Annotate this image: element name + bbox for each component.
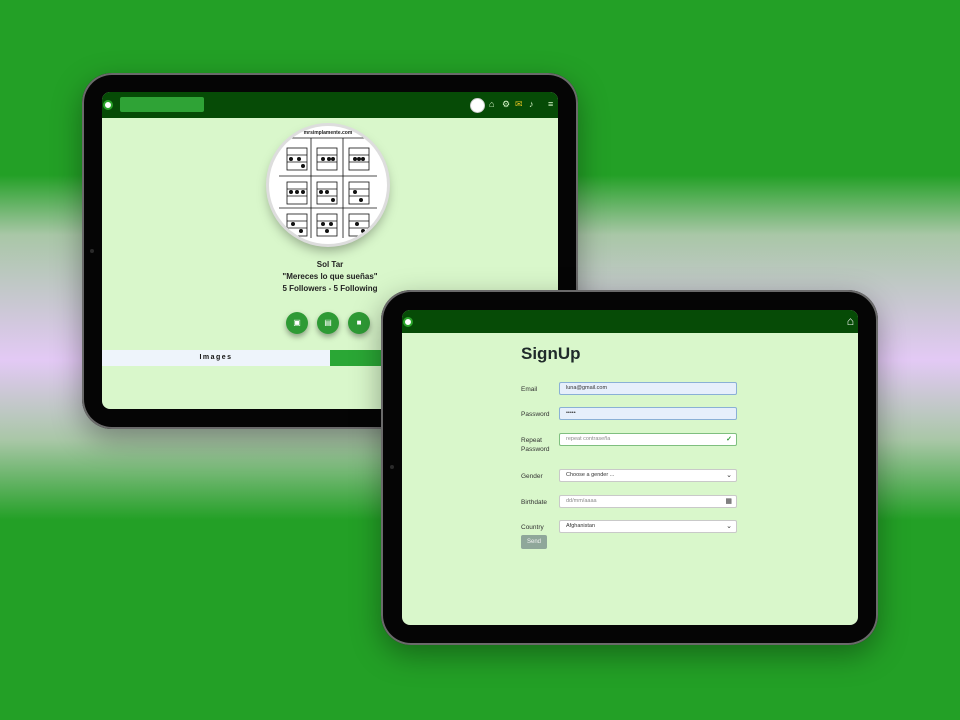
email-label: Email <box>521 386 538 393</box>
search-input[interactable] <box>120 97 204 112</box>
password-field[interactable]: ••••• <box>559 407 737 420</box>
password-label: Password <box>521 411 550 418</box>
avatar[interactable] <box>470 98 485 113</box>
profile-quote: "Mereces lo que sueñas" <box>282 272 378 281</box>
posts-button[interactable]: ▤ <box>317 312 339 334</box>
list-icon: ▤ <box>324 318 332 327</box>
menu-icon[interactable]: ≡ <box>548 100 553 109</box>
signup-tablet: ⌂ SignUp Email luna@gmail.com Password •… <box>381 290 878 645</box>
home-icon[interactable]: ⌂ <box>847 314 854 328</box>
gender-value: Choose a gender ... <box>566 472 615 478</box>
send-button[interactable]: Send <box>521 535 547 549</box>
email-field[interactable]: luna@gmail.com <box>559 382 737 395</box>
tablet-camera <box>390 465 394 469</box>
tab-images[interactable]: Images <box>102 350 330 366</box>
image-icon: ▣ <box>293 318 301 327</box>
chevron-down-icon: ⌄ <box>726 523 732 530</box>
tablet-camera <box>90 249 94 253</box>
video-icon: ■ <box>356 318 362 327</box>
birthdate-placeholder: dd/mm/aaaa <box>566 498 597 504</box>
birthdate-field[interactable]: dd/mm/aaaa ▦ <box>559 495 737 508</box>
bell-icon[interactable]: ♪ <box>529 100 534 109</box>
chord-chart-image <box>279 137 377 238</box>
check-icon: ✓ <box>726 436 732 443</box>
page-title: SignUp <box>521 344 581 363</box>
gender-label: Gender <box>521 473 543 480</box>
country-select[interactable]: Afghanistan ⌄ <box>559 520 737 533</box>
gender-select[interactable]: Choose a gender ... ⌄ <box>559 469 737 482</box>
profile-picture[interactable]: mrsimplamente.com <box>269 126 387 244</box>
email-value: luna@gmail.com <box>566 385 608 391</box>
gear-icon[interactable]: ⚙ <box>502 100 510 109</box>
videos-button[interactable]: ■ <box>348 312 370 334</box>
chevron-down-icon: ⌄ <box>726 472 732 479</box>
app-logo[interactable] <box>403 317 413 327</box>
password-value: ••••• <box>566 410 576 416</box>
app-logo[interactable] <box>103 100 113 110</box>
birthdate-label: Birthdate <box>521 499 548 506</box>
calendar-icon[interactable]: ▦ <box>725 496 732 507</box>
profile-navbar: ⌂ ⚙ ✉ ♪ ≡ <box>102 92 558 118</box>
country-value: Afghanistan <box>566 523 596 529</box>
home-icon[interactable]: ⌂ <box>489 100 494 109</box>
repeat-password-label: Repeat Password <box>521 437 550 453</box>
repeat-password-placeholder: repeat contraseña <box>566 436 611 442</box>
country-label: Country <box>521 524 544 531</box>
images-button[interactable]: ▣ <box>286 312 308 334</box>
profile-name: Sol Tar <box>316 260 344 269</box>
mail-icon[interactable]: ✉ <box>515 100 523 109</box>
signup-screen: ⌂ SignUp Email luna@gmail.com Password •… <box>402 310 858 625</box>
repeat-password-field[interactable]: repeat contraseña ✓ <box>559 433 737 446</box>
signup-navbar: ⌂ <box>402 310 858 333</box>
